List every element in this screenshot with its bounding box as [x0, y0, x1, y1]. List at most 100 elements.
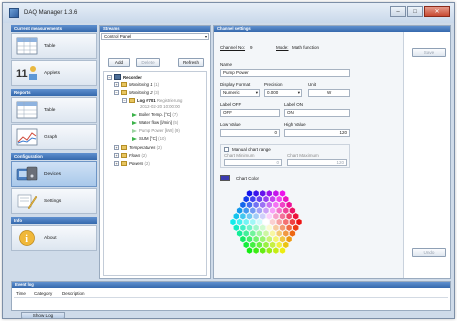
color-swatch-cell[interactable] — [239, 212, 247, 220]
tree-node-log[interactable]: − Log #701 Registrierung — [122, 98, 182, 103]
color-swatch-cell[interactable] — [262, 195, 270, 203]
color-swatch-cell[interactable] — [259, 235, 266, 243]
color-wheel-picker[interactable] — [226, 184, 306, 260]
color-swatch-cell[interactable] — [259, 201, 266, 209]
add-stream-button[interactable]: Add — [108, 58, 130, 67]
color-swatch-cell[interactable] — [259, 212, 266, 220]
color-swatch-cell[interactable] — [256, 241, 263, 249]
color-swatch-cell[interactable] — [246, 212, 253, 220]
color-swatch-cell[interactable] — [266, 224, 273, 232]
low-value-input[interactable]: 0 — [220, 129, 280, 137]
tree-channel-sum[interactable]: SUM [°C] (10) — [132, 136, 166, 141]
color-swatch-cell[interactable] — [249, 195, 256, 203]
color-swatch-cell[interactable] — [266, 212, 273, 220]
color-swatch-cell[interactable] — [262, 229, 270, 238]
manual-range-checkbox[interactable] — [224, 147, 229, 152]
color-swatch-cell[interactable] — [243, 241, 250, 249]
chart-color-swatch[interactable] — [220, 175, 230, 181]
color-swatch-cell[interactable] — [276, 241, 283, 249]
color-swatch-cell[interactable] — [233, 224, 240, 232]
nav-table-current[interactable]: Table — [11, 33, 97, 59]
tree-node-monitoring2[interactable]: − Monitoring 2 (3) — [114, 90, 159, 95]
color-swatch-cell[interactable] — [262, 241, 270, 249]
tree-channel-water[interactable]: Water flow [l/min] (5) — [132, 120, 178, 125]
color-swatch-cell[interactable] — [276, 195, 283, 203]
chart-max-input[interactable]: 120 — [287, 159, 347, 166]
delete-stream-button[interactable]: Delete — [136, 58, 160, 67]
color-swatch-cell[interactable] — [285, 201, 293, 209]
precision-select[interactable]: 0.000 ▾ — [264, 89, 302, 97]
control-panel-select[interactable]: Control Panel ▾ — [101, 33, 209, 40]
nav-applets[interactable]: 11 Applets — [11, 60, 97, 86]
color-swatch-cell[interactable] — [243, 218, 250, 226]
color-swatch-cell[interactable] — [279, 212, 286, 220]
expand-icon[interactable]: + — [114, 153, 119, 158]
col-description-header[interactable]: Description — [62, 291, 85, 296]
color-swatch-cell[interactable] — [256, 195, 263, 203]
refresh-button[interactable]: Refresh — [178, 58, 204, 67]
color-swatch-cell[interactable] — [279, 235, 286, 243]
color-swatch-cell[interactable] — [259, 246, 266, 255]
color-swatch-cell[interactable] — [246, 235, 253, 243]
tree-node-powers[interactable]: + Powers (2) — [114, 161, 150, 166]
color-swatch-cell[interactable] — [269, 195, 276, 203]
color-swatch-cell[interactable] — [269, 218, 276, 226]
color-swatch-cell[interactable] — [279, 201, 286, 209]
color-swatch-cell[interactable] — [276, 218, 283, 226]
color-swatch-cell[interactable] — [249, 241, 256, 249]
color-swatch-cell[interactable] — [292, 212, 299, 220]
nav-settings[interactable]: Settings — [11, 188, 97, 214]
save-button[interactable]: Save — [412, 48, 446, 57]
color-swatch-cell[interactable] — [276, 229, 283, 238]
color-swatch-cell[interactable] — [289, 218, 296, 226]
color-swatch-cell[interactable] — [256, 229, 263, 238]
unit-input[interactable]: W — [308, 89, 350, 97]
color-swatch-cell[interactable] — [252, 212, 260, 220]
expand-icon[interactable]: + — [114, 161, 119, 166]
nav-about[interactable]: i About — [11, 225, 97, 251]
color-swatch-cell[interactable] — [295, 218, 303, 226]
color-swatch-cell[interactable] — [246, 224, 253, 232]
color-swatch-cell[interactable] — [272, 224, 280, 232]
color-swatch-cell[interactable] — [269, 229, 276, 238]
color-swatch-cell[interactable] — [282, 229, 289, 238]
color-swatch-cell[interactable] — [262, 218, 270, 226]
tree-node-temperatures[interactable]: + Temperatures (2) — [114, 145, 162, 150]
color-swatch-cell[interactable] — [272, 201, 280, 209]
nav-devices[interactable]: Devices — [11, 161, 97, 187]
color-swatch-cell[interactable] — [266, 246, 273, 255]
color-swatch-cell[interactable] — [256, 206, 263, 215]
show-log-button[interactable]: Show Log — [21, 312, 65, 319]
tree-channel-boiler[interactable]: Boiler Temp. [°C] (7) — [132, 112, 178, 117]
color-swatch-cell[interactable] — [252, 246, 260, 255]
color-swatch-cell[interactable] — [249, 206, 256, 215]
name-input[interactable]: Pump Power — [220, 69, 350, 77]
color-swatch-cell[interactable] — [285, 235, 293, 243]
color-swatch-cell[interactable] — [279, 189, 286, 198]
high-value-input[interactable]: 120 — [284, 129, 350, 137]
nav-table-reports[interactable]: Table — [11, 97, 97, 123]
collapse-icon[interactable]: − — [107, 74, 112, 80]
color-swatch-cell[interactable] — [289, 229, 296, 238]
color-swatch-cell[interactable] — [282, 206, 289, 215]
col-category-header[interactable]: Category — [34, 291, 52, 296]
color-swatch-cell[interactable] — [239, 201, 247, 209]
color-swatch-cell[interactable] — [252, 235, 260, 243]
color-swatch-cell[interactable] — [236, 218, 243, 226]
color-swatch-cell[interactable] — [249, 218, 256, 226]
color-swatch-cell[interactable] — [272, 212, 280, 220]
maximize-button[interactable]: □ — [407, 6, 423, 17]
nav-graph[interactable]: Graph — [11, 124, 97, 150]
chart-min-input[interactable]: 0 — [224, 159, 282, 166]
color-swatch-cell[interactable] — [246, 246, 253, 255]
expand-icon[interactable]: + — [114, 145, 119, 150]
collapse-icon[interactable]: − — [122, 98, 127, 103]
color-swatch-cell[interactable] — [243, 229, 250, 238]
color-swatch-cell[interactable] — [233, 212, 240, 220]
color-swatch-cell[interactable] — [246, 189, 253, 198]
color-swatch-cell[interactable] — [279, 246, 286, 255]
display-format-select[interactable]: Numeric ▾ — [220, 89, 260, 97]
tree-node-recorder[interactable]: − Recorder — [107, 74, 142, 80]
color-swatch-cell[interactable] — [252, 224, 260, 232]
color-swatch-cell[interactable] — [269, 241, 276, 249]
